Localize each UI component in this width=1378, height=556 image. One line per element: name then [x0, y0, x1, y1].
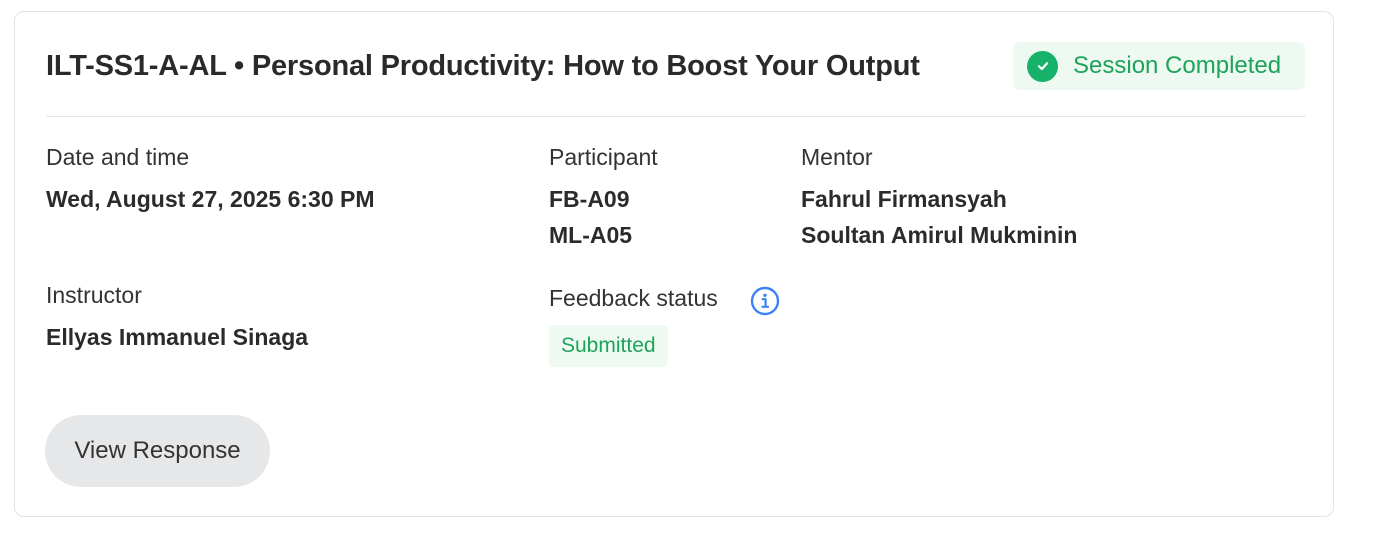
feedback-status-badge: Submitted [549, 325, 668, 367]
info-icon[interactable] [750, 286, 780, 316]
session-status-badge: Session Completed [1013, 42, 1305, 90]
check-circle-icon [1027, 50, 1058, 82]
participant-label: Participant [549, 144, 658, 170]
mentor-label: Mentor [801, 144, 873, 170]
participant-value-2: ML-A05 [549, 222, 633, 248]
view-response-button[interactable]: View Response [45, 415, 270, 487]
session-card: ILT-SS1-A-AL • Personal Productivity: Ho… [14, 11, 1334, 517]
date-label: Date and time [46, 144, 190, 170]
session-status-label: Session Completed [1073, 52, 1282, 79]
instructor-label: Instructor [46, 282, 142, 308]
participant-value-1: FB-A09 [549, 186, 630, 212]
instructor-value: Ellyas Immanuel Sinaga [46, 324, 309, 350]
mentor-value-1: Fahrul Firmansyah [801, 186, 1007, 212]
mentor-value-2: Soultan Amirul Mukminin [801, 222, 1078, 248]
feedback-status-label: Feedback status [549, 285, 718, 311]
date-value: Wed, August 27, 2025 6:30 PM [46, 186, 375, 212]
session-title: ILT-SS1-A-AL • Personal Productivity: Ho… [46, 50, 920, 82]
session-header: ILT-SS1-A-AL • Personal Productivity: Ho… [46, 42, 1306, 117]
